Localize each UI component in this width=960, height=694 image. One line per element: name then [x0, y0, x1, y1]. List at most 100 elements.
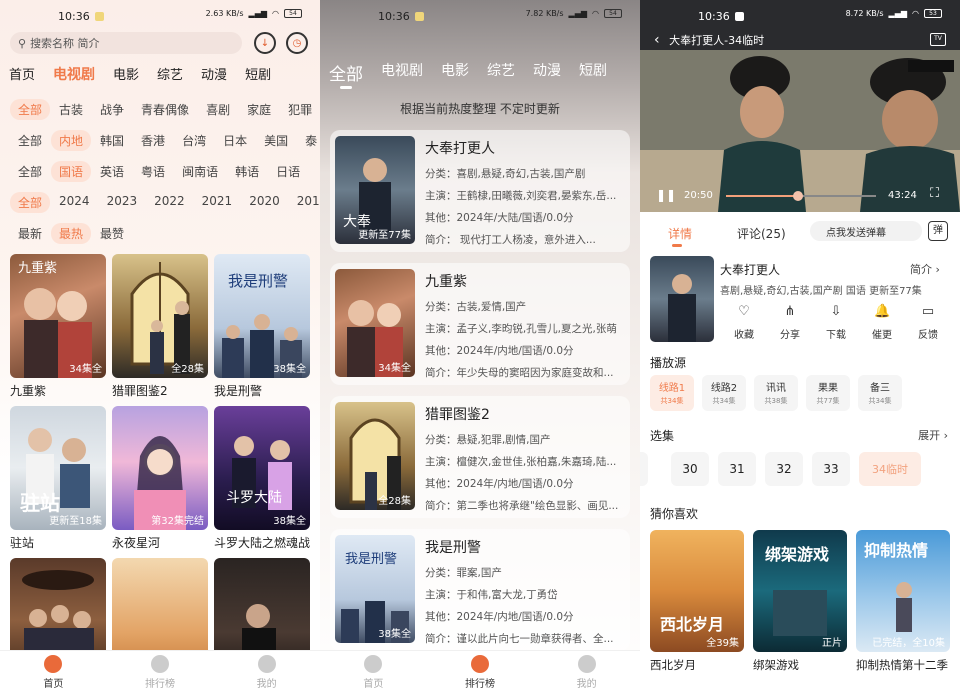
- recommend-card[interactable]: 绑架游戏 正片: [753, 530, 847, 652]
- search-input[interactable]: ⚲ 搜索名称 简介: [10, 32, 242, 54]
- filter-chip[interactable]: 2022: [146, 192, 193, 213]
- filter-chip[interactable]: 最新: [10, 223, 50, 244]
- remind-button[interactable]: 🔔 催更: [862, 304, 902, 341]
- home-icon: [44, 655, 63, 673]
- filter-chip[interactable]: 韩语: [227, 161, 267, 182]
- filter-chip[interactable]: 家庭: [239, 99, 279, 120]
- progress-knob[interactable]: [793, 191, 803, 201]
- filter-chip[interactable]: 全部: [10, 130, 50, 151]
- filter-chip[interactable]: 犯罪: [280, 99, 320, 120]
- tab-detail[interactable]: 详情: [668, 225, 692, 242]
- filter-chip[interactable]: 喜剧: [198, 99, 238, 120]
- nav-label: 我的: [576, 679, 597, 690]
- source-chip[interactable]: 线路1 共34集: [650, 375, 694, 411]
- filter-chip[interactable]: 最赞: [92, 223, 132, 244]
- nav-ranking[interactable]: 排行榜: [125, 655, 195, 690]
- filter-chip[interactable]: 2024: [51, 192, 98, 213]
- show-card[interactable]: 第32集完结 永夜星河: [112, 406, 208, 558]
- poster-logo: 抑制热情: [864, 541, 928, 560]
- filter-chip[interactable]: 战争: [92, 99, 132, 120]
- show-card[interactable]: 全28集 猎罪图鉴2: [112, 254, 208, 406]
- ranking-item[interactable]: 全28集 猎罪图鉴2 分类：悬疑,犯罪,剧情,国产 主演：檀健次,金世佳,张柏嘉…: [330, 396, 630, 518]
- history-icon[interactable]: ◷: [286, 32, 308, 54]
- cast-tv-icon[interactable]: TV: [930, 33, 946, 46]
- filter-chip[interactable]: 2020: [241, 192, 288, 213]
- nav-profile[interactable]: 我的: [232, 655, 302, 690]
- video-player[interactable]: 10:36 8.72 KB/s ▂▄▆ ◠ 53 ‹ 大奉打更人-34临时 TV…: [640, 0, 960, 212]
- feedback-button[interactable]: ▭ 反馈: [908, 304, 948, 341]
- back-icon[interactable]: ‹: [654, 32, 660, 48]
- filter-chip[interactable]: 全部: [10, 192, 51, 213]
- progress-bar[interactable]: [726, 191, 876, 201]
- ranking-item[interactable]: 大奉 更新至77集 大奉打更人 分类：喜剧,悬疑,奇幻,古装,国产剧 主演：王鹤…: [330, 130, 630, 252]
- nav-home[interactable]: 首页: [338, 655, 408, 690]
- tab-anime[interactable]: 动漫: [192, 64, 236, 84]
- filter-chip[interactable]: 香港: [133, 130, 173, 151]
- tab-comments[interactable]: 评论(25): [737, 225, 786, 242]
- filter-chip[interactable]: 美国: [256, 130, 296, 151]
- download-button[interactable]: ⇩ 下载: [816, 304, 856, 341]
- episode-button[interactable]: 30: [671, 452, 709, 486]
- filter-chip[interactable]: 古装: [51, 99, 91, 120]
- tab-variety[interactable]: 综艺: [148, 64, 192, 84]
- tab-tv[interactable]: 电视剧: [44, 64, 104, 84]
- danmu-input[interactable]: 点我发送弹幕: [810, 221, 922, 241]
- show-card[interactable]: 斗罗大陆 38集全 斗罗大陆之燃魂战: [214, 406, 310, 558]
- filter-chip[interactable]: 全部: [10, 161, 50, 182]
- nav-ranking[interactable]: 排行榜: [445, 655, 515, 690]
- tab-anime[interactable]: 动漫: [524, 60, 570, 85]
- nav-home[interactable]: 首页: [18, 655, 88, 690]
- filter-chip[interactable]: 2019: [289, 192, 320, 213]
- filter-chip[interactable]: 内地: [51, 130, 92, 151]
- show-card[interactable]: 我是刑警 38集全 我是刑警: [214, 254, 310, 406]
- source-chip[interactable]: 线路2 共34集: [702, 375, 746, 411]
- ranking-item[interactable]: 我是刑警 38集全 我是刑警 分类：罪案,国产 主演：于和伟,富大龙,丁勇岱 其…: [330, 529, 630, 651]
- pause-icon[interactable]: ❚❚: [656, 188, 676, 202]
- episode-button-current[interactable]: 34临时: [859, 452, 921, 486]
- filter-chip[interactable]: 英语: [92, 161, 132, 182]
- episode-button[interactable]: 32: [765, 452, 803, 486]
- signal-icon: ▂▄▆: [568, 9, 588, 18]
- filter-chip[interactable]: 2021: [194, 192, 241, 213]
- show-card[interactable]: 驻站 更新至18集 驻站: [10, 406, 106, 558]
- episode-button[interactable]: 31: [718, 452, 756, 486]
- tab-variety[interactable]: 综艺: [478, 60, 524, 85]
- source-chip[interactable]: 果果 共77集: [806, 375, 850, 411]
- filter-chip[interactable]: 最热: [51, 223, 92, 244]
- episode-button-partial[interactable]: [640, 452, 648, 486]
- tab-movie[interactable]: 电影: [104, 64, 148, 84]
- source-chip[interactable]: 讯讯 共38集: [754, 375, 798, 411]
- filter-chip[interactable]: 国语: [51, 161, 92, 182]
- tab-all[interactable]: 全部: [320, 60, 372, 85]
- filter-chip[interactable]: 泰: [297, 130, 320, 151]
- source-chip[interactable]: 备三 共34集: [858, 375, 902, 411]
- tab-movie[interactable]: 电影: [432, 60, 478, 85]
- share-button[interactable]: ⋔ 分享: [770, 304, 810, 341]
- episode-button[interactable]: 33: [812, 452, 850, 486]
- download-icon[interactable]: ↓: [254, 32, 276, 54]
- intro-link[interactable]: 简介 ›: [910, 261, 940, 277]
- tab-short[interactable]: 短剧: [570, 60, 616, 85]
- filter-chip[interactable]: 日本: [215, 130, 255, 151]
- filter-chip[interactable]: 粤语: [133, 161, 173, 182]
- expand-link[interactable]: 展开 ›: [918, 427, 948, 443]
- tab-home[interactable]: 首页: [0, 64, 44, 84]
- fullscreen-icon[interactable]: ⛶: [930, 186, 939, 201]
- filter-chip[interactable]: 闽南语: [174, 161, 226, 182]
- tab-tv[interactable]: 电视剧: [372, 60, 432, 85]
- filter-chip[interactable]: 日语: [268, 161, 308, 182]
- ranking-item[interactable]: 34集全 九重紫 分类：古装,爱情,国产 主演：孟子义,李昀锐,孔雪儿,夏之光,…: [330, 263, 630, 385]
- filter-chip[interactable]: 台湾: [174, 130, 214, 151]
- tab-short[interactable]: 短剧: [236, 64, 280, 84]
- nav-profile[interactable]: 我的: [552, 655, 622, 690]
- recommend-card[interactable]: 西北岁月 全39集: [650, 530, 744, 652]
- filter-chip[interactable]: 青春偶像: [133, 99, 197, 120]
- filter-chip[interactable]: 全部: [10, 99, 51, 120]
- filter-chip[interactable]: 2023: [99, 192, 146, 213]
- favorite-button[interactable]: ♡ 收藏: [724, 304, 764, 341]
- danmu-icon[interactable]: 弹: [928, 221, 948, 241]
- recommend-card[interactable]: 抑制热情 已完结，全10集: [856, 530, 950, 652]
- show-card[interactable]: 九重紫 34集全 九重紫: [10, 254, 106, 406]
- ranking-title: 大奉打更人: [425, 141, 495, 157]
- filter-chip[interactable]: 韩国: [92, 130, 132, 151]
